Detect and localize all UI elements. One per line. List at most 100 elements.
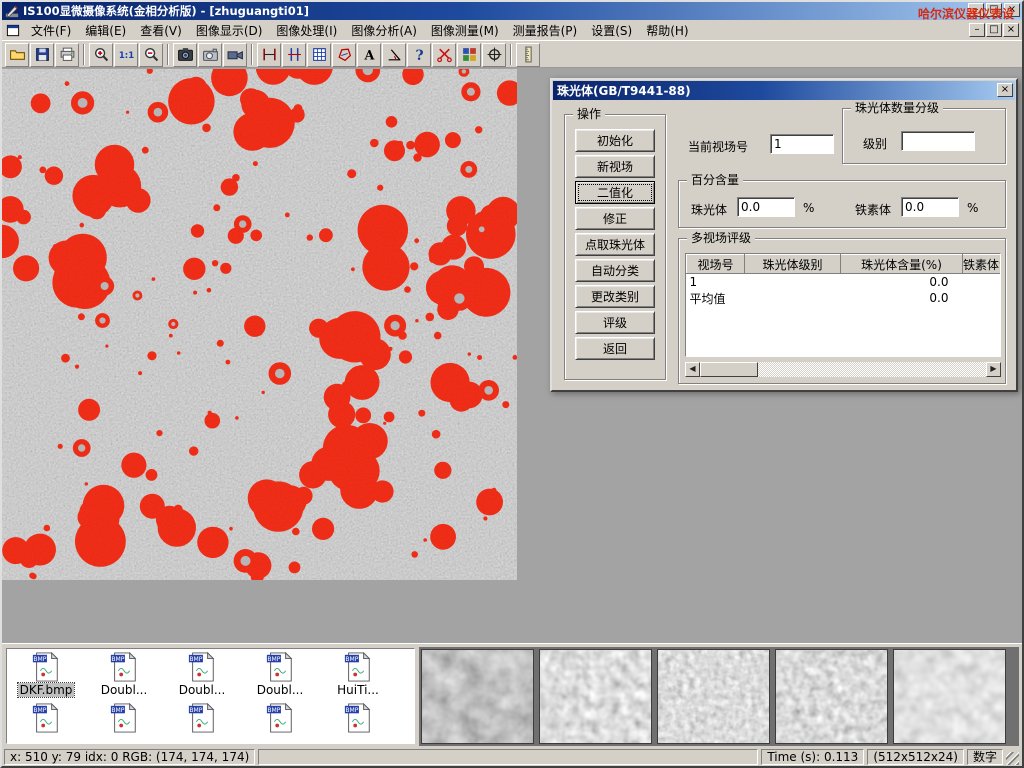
maximize-button[interactable]: □	[986, 3, 1002, 17]
toolbar	[2, 40, 1022, 68]
save-button[interactable]	[30, 43, 54, 67]
sample-thumbnail-5[interactable]	[893, 649, 1006, 744]
app-window: IS100显微摄像系统(金相分析版) - [zhuguangti01] – □ …	[0, 0, 1024, 768]
app-icon	[5, 4, 19, 18]
menu-settings[interactable]: 设置(S)	[584, 19, 639, 42]
mdi-restore-button[interactable]: □	[986, 23, 1002, 37]
file-item[interactable]: HuiTi...	[319, 649, 397, 697]
measure-grid-button[interactable]	[307, 43, 331, 67]
measure-area-button[interactable]	[332, 43, 356, 67]
open-button[interactable]	[5, 43, 29, 67]
icon-caliper	[261, 46, 278, 63]
pearlite-percent-input[interactable]	[737, 197, 795, 217]
menu-measure-report[interactable]: 测量报告(P)	[506, 19, 585, 42]
capture-button[interactable]	[173, 43, 197, 67]
scroll-right-button[interactable]: ▶	[986, 362, 1001, 377]
dialog-titlebar[interactable]: 珠光体(GB/T9441-88) ×	[553, 81, 1015, 100]
grading-group: 珠光体数量分级 级别	[842, 108, 1006, 164]
print-button[interactable]	[55, 43, 79, 67]
window-title: IS100显微摄像系统(金相分析版) - [zhuguangti01]	[23, 3, 309, 19]
grading-group-label: 珠光体数量分级	[851, 101, 943, 115]
dialog-close-button[interactable]: ×	[997, 83, 1013, 97]
file-item-partial[interactable]	[319, 700, 397, 733]
annotate-text-button[interactable]	[357, 43, 381, 67]
change-class-button[interactable]: 更改类别	[575, 285, 655, 308]
micrograph-image[interactable]	[2, 69, 517, 580]
ruler-button[interactable]	[516, 43, 540, 67]
file-item-partial[interactable]	[85, 700, 163, 733]
file-name: DKF.bmp	[18, 683, 75, 697]
bmp-file-icon	[109, 652, 139, 682]
classify-button[interactable]	[457, 43, 481, 67]
menu-image-process[interactable]: 图像处理(I)	[269, 19, 344, 42]
ferrite-label: 铁素体	[855, 201, 891, 218]
ferrite-percent-input[interactable]	[901, 197, 959, 217]
auto-classify-button[interactable]: 自动分类	[575, 259, 655, 282]
cut-button[interactable]	[432, 43, 456, 67]
mdi-close-button[interactable]: ×	[1003, 23, 1019, 37]
correct-button[interactable]: 修正	[575, 207, 655, 230]
table-cell: 1	[687, 274, 745, 290]
scroll-left-button[interactable]: ◀	[685, 362, 700, 377]
menu-image-analysis[interactable]: 图像分析(A)	[344, 19, 424, 42]
measure-parallel-button[interactable]	[282, 43, 306, 67]
sample-thumbnail-2[interactable]	[539, 649, 652, 744]
measure-angle-button[interactable]	[382, 43, 406, 67]
table-row[interactable]: 1 0.0	[687, 274, 1002, 290]
menu-file[interactable]: 文件(F)	[24, 19, 78, 42]
actual-size-button[interactable]	[114, 43, 138, 67]
dialog-body: 操作 初始化 新视场 二值化 修正 点取珠光体 自动分类 更改类别	[554, 102, 1014, 388]
file-item[interactable]: Doubl...	[163, 649, 241, 697]
init-button[interactable]: 初始化	[575, 129, 655, 152]
menu-edit[interactable]: 编辑(E)	[78, 19, 133, 42]
menu-image-measure[interactable]: 图像测量(M)	[424, 19, 506, 42]
rate-button[interactable]: 评级	[575, 311, 655, 334]
menu-help[interactable]: 帮助(H)	[639, 19, 695, 42]
current-field-input[interactable]	[770, 134, 834, 154]
minimize-button[interactable]: –	[968, 3, 984, 17]
file-list[interactable]: DKF.bmp Doubl... Doubl... Doubl.	[6, 648, 415, 744]
file-item-partial[interactable]	[241, 700, 319, 733]
grade-label: 级别	[863, 135, 887, 152]
titlebar[interactable]: IS100显微摄像系统(金相分析版) - [zhuguangti01] – □ …	[2, 2, 1022, 20]
table-cell	[963, 290, 1002, 307]
new-field-button[interactable]: 新视场	[575, 155, 655, 178]
icon-angle	[386, 46, 403, 63]
zoom-in-button[interactable]	[89, 43, 113, 67]
sample-thumbnail-4[interactable]	[775, 649, 888, 744]
rating-table[interactable]: 视场号 珠光体级别 珠光体含量(%) 铁素体含量(%)	[685, 253, 1001, 357]
file-item[interactable]: Doubl...	[241, 649, 319, 697]
crosshair-button[interactable]	[482, 43, 506, 67]
mdi-minimize-button[interactable]: –	[969, 23, 985, 37]
scroll-track[interactable]	[758, 362, 986, 377]
file-item[interactable]: DKF.bmp	[7, 649, 85, 697]
file-name: HuiTi...	[335, 683, 381, 697]
file-item-partial[interactable]	[163, 700, 241, 733]
document-icon[interactable]	[5, 23, 21, 38]
help-button[interactable]	[407, 43, 431, 67]
table-row[interactable]: 平均值 0.0	[687, 290, 1002, 307]
scroll-thumb[interactable]	[700, 362, 758, 377]
return-button[interactable]: 返回	[575, 337, 655, 360]
sample-thumbnail-3[interactable]	[657, 649, 770, 744]
menu-view[interactable]: 查看(V)	[133, 19, 189, 42]
resize-grip[interactable]	[1006, 752, 1019, 765]
binarize-button[interactable]: 二值化	[575, 181, 655, 204]
bmp-file-icon	[343, 652, 373, 682]
table-hscrollbar[interactable]: ◀ ▶	[685, 362, 1001, 377]
pick-pearlite-button[interactable]: 点取珠光体	[575, 233, 655, 256]
statusbar-spacer	[258, 749, 758, 765]
sample-thumbnail-1[interactable]	[421, 649, 534, 744]
zoom-out-button[interactable]	[139, 43, 163, 67]
workspace: 珠光体(GB/T9441-88) × 操作 初始化 新视场 二值化 修正 点取珠…	[2, 68, 1022, 643]
menu-image-display[interactable]: 图像显示(D)	[189, 19, 270, 42]
close-button[interactable]: ×	[1004, 3, 1020, 17]
file-name: Doubl...	[99, 683, 150, 697]
video-button[interactable]	[223, 43, 247, 67]
camera-settings-button[interactable]	[198, 43, 222, 67]
grade-input[interactable]	[901, 131, 975, 151]
file-item[interactable]: Doubl...	[85, 649, 163, 697]
file-item-partial[interactable]	[7, 700, 85, 733]
file-row-partial	[7, 700, 414, 733]
measure-length-button[interactable]	[257, 43, 281, 67]
